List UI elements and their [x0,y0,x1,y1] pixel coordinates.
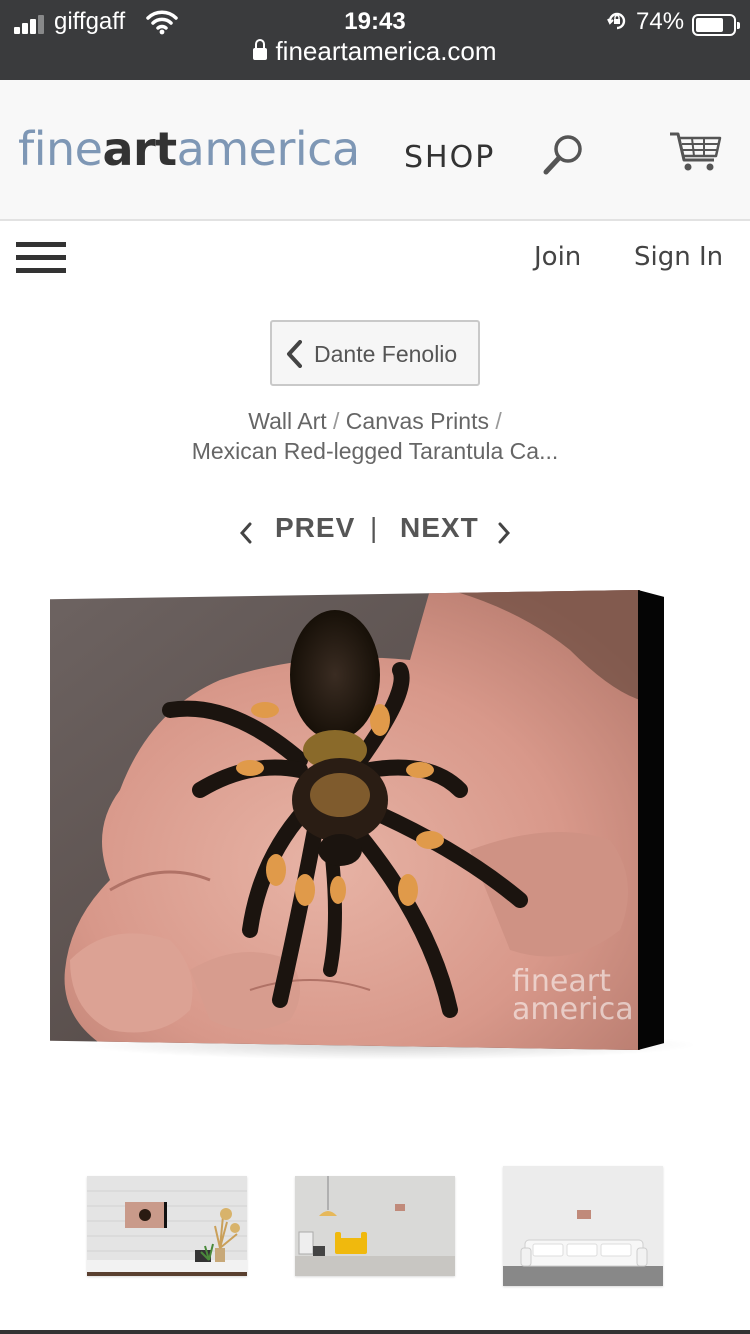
url-bar[interactable]: fineartamerica.com [0,36,750,67]
padlock-icon [253,39,268,61]
breadcrumb-canvas-prints[interactable]: Canvas Prints [346,408,489,434]
back-to-artist-button[interactable]: Dante Fenolio [270,320,480,386]
url-text: fineartamerica.com [275,36,497,66]
canvas-edge [638,590,664,1050]
shop-link[interactable]: SHOP [404,140,495,175]
breadcrumb-wall-art[interactable]: Wall Art [248,408,326,434]
nav-row: Join Sign In [0,222,750,294]
battery-icon [692,14,740,36]
breadcrumb: Wall Art / Canvas Prints / Mexican Red-l… [0,406,750,466]
breadcrumb-current: Mexican Red-legged Tarantula Ca... [191,438,559,464]
chevron-left-icon [287,340,302,368]
logo-art: art [102,122,177,176]
thumbnail-strip [0,1160,750,1290]
thumbnail-room-2[interactable] [295,1176,455,1276]
prev-next-pager: PREV | NEXT [0,512,750,552]
site-logo[interactable]: fineartamerica [18,122,360,176]
battery-percent: 74% [636,8,685,35]
bottom-edge [0,1330,750,1334]
status-bar: giffgaff 19:43 74% fineartamerica.com [0,0,750,80]
thumbnail-room-3[interactable] [503,1166,663,1286]
pager-divider: | [370,512,378,543]
site-header: fineartamerica SHOP [0,80,750,221]
cart-icon[interactable] [668,130,722,174]
breadcrumb-separator: / [495,408,502,434]
product-image: fineart america [50,590,640,1050]
chevron-right-icon[interactable] [498,522,510,544]
thumbnail-room-1[interactable] [87,1176,247,1276]
join-link[interactable]: Join [534,242,581,272]
sign-in-link[interactable]: Sign In [634,242,723,272]
breadcrumb-separator: / [333,408,340,434]
watermark: fineart america [512,967,634,1027]
chevron-left-icon[interactable] [240,522,252,544]
artist-name: Dante Fenolio [314,341,458,367]
prev-link[interactable]: PREV [275,512,355,544]
product-canvas-print[interactable]: fineart america [50,590,700,1070]
hamburger-icon[interactable] [16,242,66,273]
watermark-line2: america [512,992,634,1027]
logo-fine: fine [18,122,103,176]
orientation-lock-icon [607,12,626,30]
search-icon[interactable] [542,132,586,176]
logo-america: america [176,122,360,176]
next-link[interactable]: NEXT [400,512,479,544]
